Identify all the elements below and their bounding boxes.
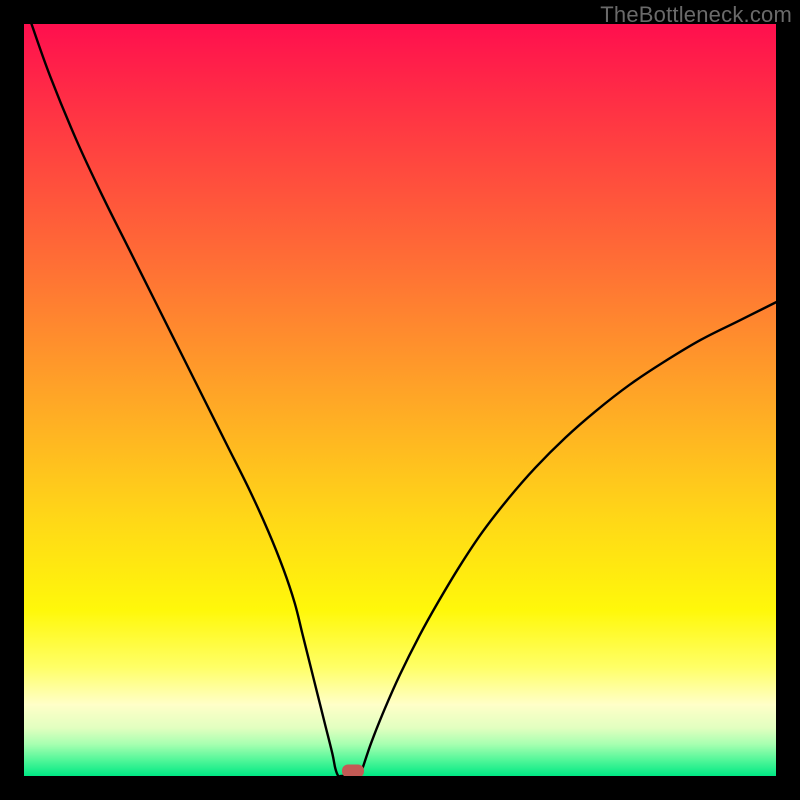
watermark-label: TheBottleneck.com bbox=[600, 2, 792, 28]
chart-frame: TheBottleneck.com bbox=[0, 0, 800, 800]
plot-area bbox=[24, 24, 776, 776]
bottleneck-marker bbox=[342, 764, 364, 776]
bottleneck-curve bbox=[24, 24, 776, 776]
